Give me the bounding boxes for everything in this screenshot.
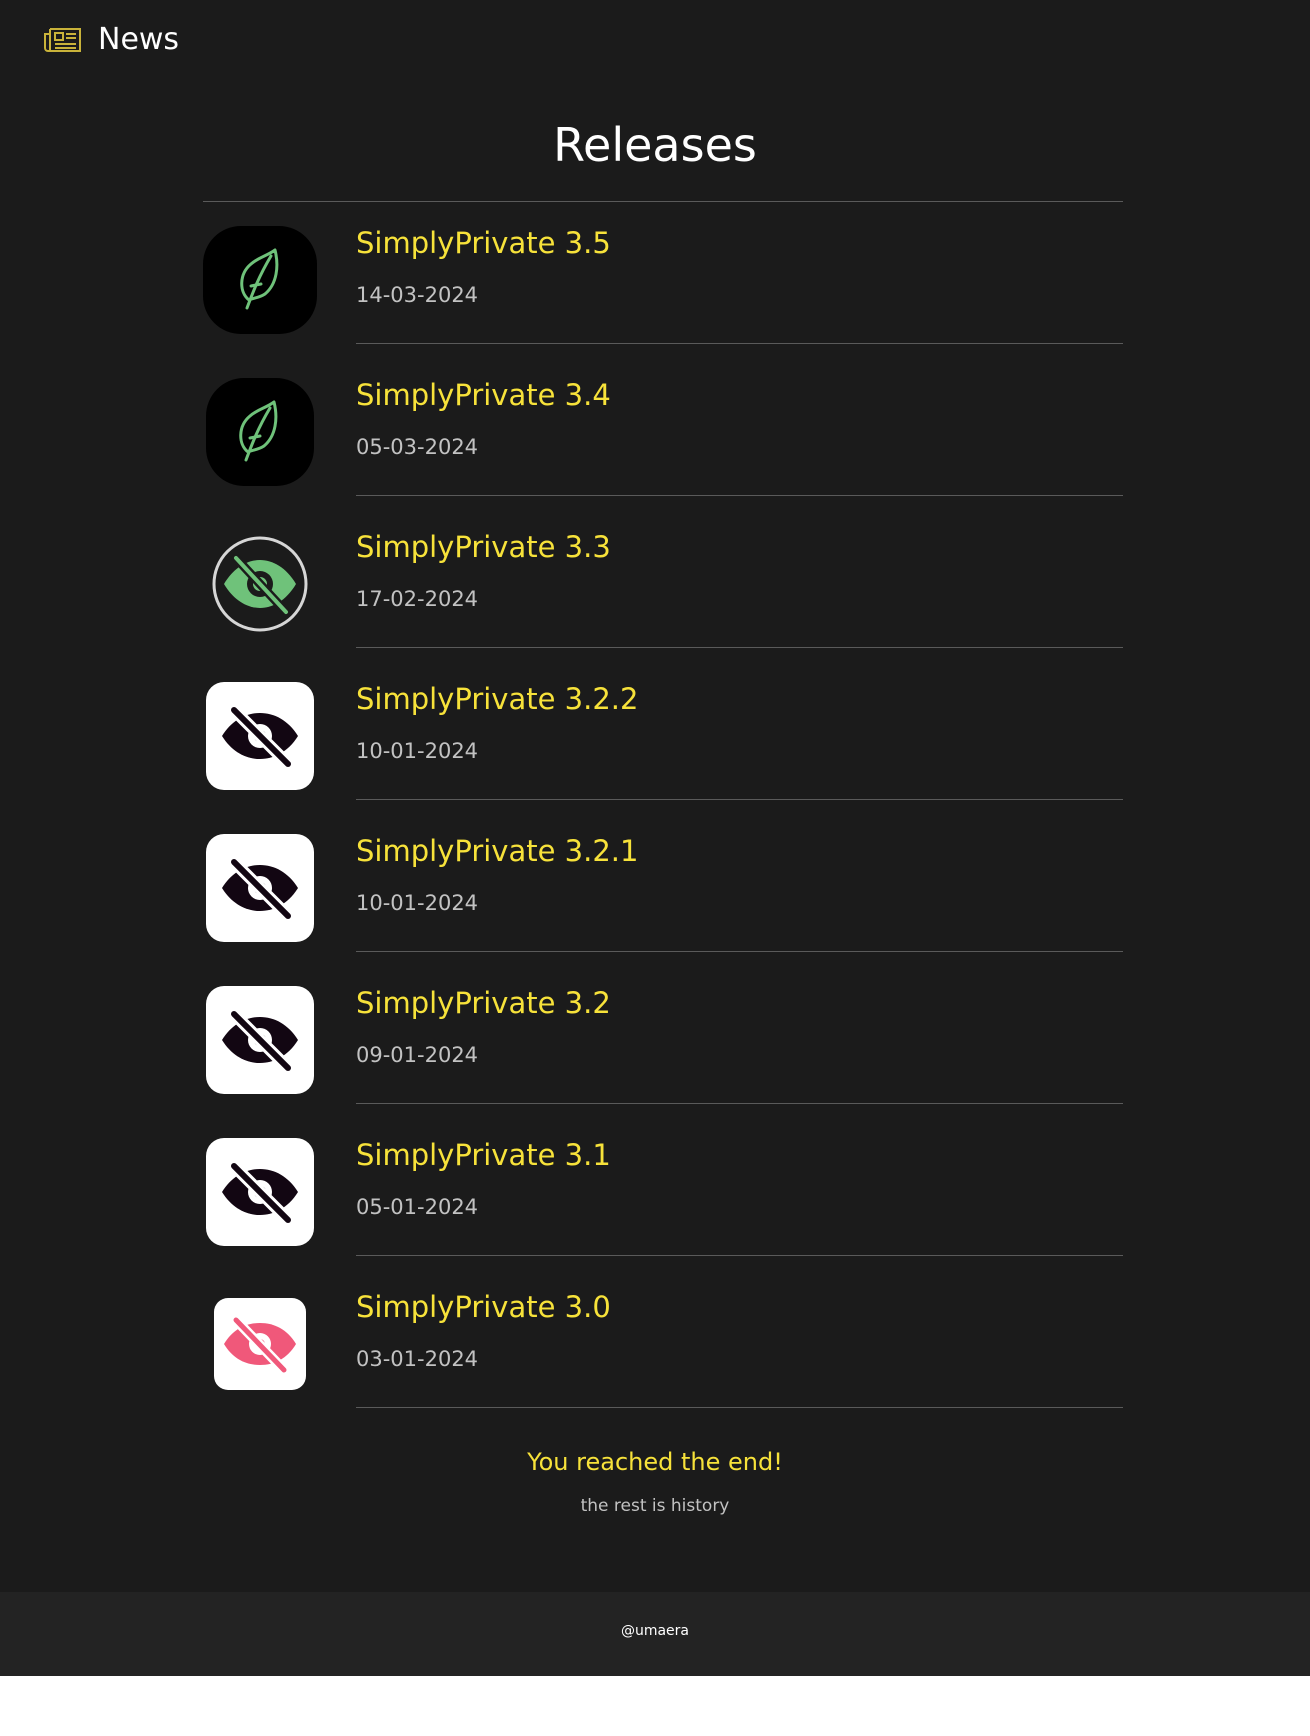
release-title: SimplyPrivate 3.3 [356, 530, 611, 564]
release-title: SimplyPrivate 3.2 [356, 986, 611, 1020]
black-eye-slash-icon [203, 834, 317, 942]
release-date: 03-01-2024 [356, 1347, 479, 1371]
pink-eye-slash-icon [203, 1290, 317, 1398]
green-eye-slash-icon [203, 530, 317, 638]
page: News Releases SimplyPrivate 3.5 14-03-20… [0, 0, 1310, 1592]
release-divider [356, 1103, 1123, 1104]
footer: @umaera [0, 1592, 1310, 1676]
black-eye-slash-icon [203, 986, 317, 1094]
page-title: Releases [553, 118, 757, 172]
release-date: 17-02-2024 [356, 587, 479, 611]
release-divider [356, 1255, 1123, 1256]
release-date: 05-03-2024 [356, 435, 479, 459]
release-date: 05-01-2024 [356, 1195, 479, 1219]
header-title: News [98, 22, 180, 57]
release-title: SimplyPrivate 3.4 [356, 378, 611, 412]
release-item[interactable]: SimplyPrivate 3.5 14-03-2024 [203, 201, 1123, 353]
release-title: SimplyPrivate 3.2.2 [356, 682, 639, 716]
black-eye-slash-icon [203, 1138, 317, 1246]
release-item[interactable]: SimplyPrivate 3.0 03-01-2024 [203, 1265, 1123, 1417]
release-date: 10-01-2024 [356, 891, 479, 915]
release-divider [356, 495, 1123, 496]
release-item[interactable]: SimplyPrivate 3.1 05-01-2024 [203, 1113, 1123, 1265]
release-divider [356, 799, 1123, 800]
release-item[interactable]: SimplyPrivate 3.2 09-01-2024 [203, 961, 1123, 1113]
release-date: 09-01-2024 [356, 1043, 479, 1067]
release-divider [356, 1407, 1123, 1408]
release-title: SimplyPrivate 3.2.1 [356, 834, 639, 868]
news-link[interactable]: News [44, 22, 179, 57]
release-item[interactable]: SimplyPrivate 3.2.1 10-01-2024 [203, 809, 1123, 961]
leaf-app-icon [203, 378, 317, 486]
release-title: SimplyPrivate 3.0 [356, 1290, 611, 1324]
release-divider [356, 951, 1123, 952]
release-divider [356, 343, 1123, 344]
release-title: SimplyPrivate 3.5 [356, 226, 611, 260]
release-item[interactable]: SimplyPrivate 3.3 17-02-2024 [203, 505, 1123, 657]
release-title: SimplyPrivate 3.1 [356, 1138, 611, 1172]
leaf-app-icon [203, 226, 317, 334]
release-divider [356, 647, 1123, 648]
end-of-list-subtitle: the rest is history [580, 1496, 730, 1516]
footer-author-handle[interactable]: @umaera [0, 1623, 1310, 1639]
newspaper-icon [44, 26, 82, 54]
release-item[interactable]: SimplyPrivate 3.4 05-03-2024 [203, 353, 1123, 505]
release-date: 10-01-2024 [356, 739, 479, 763]
release-date: 14-03-2024 [356, 283, 479, 307]
end-of-list-title: You reached the end! [527, 1448, 783, 1476]
release-item[interactable]: SimplyPrivate 3.2.2 10-01-2024 [203, 657, 1123, 809]
black-eye-slash-icon [203, 682, 317, 790]
